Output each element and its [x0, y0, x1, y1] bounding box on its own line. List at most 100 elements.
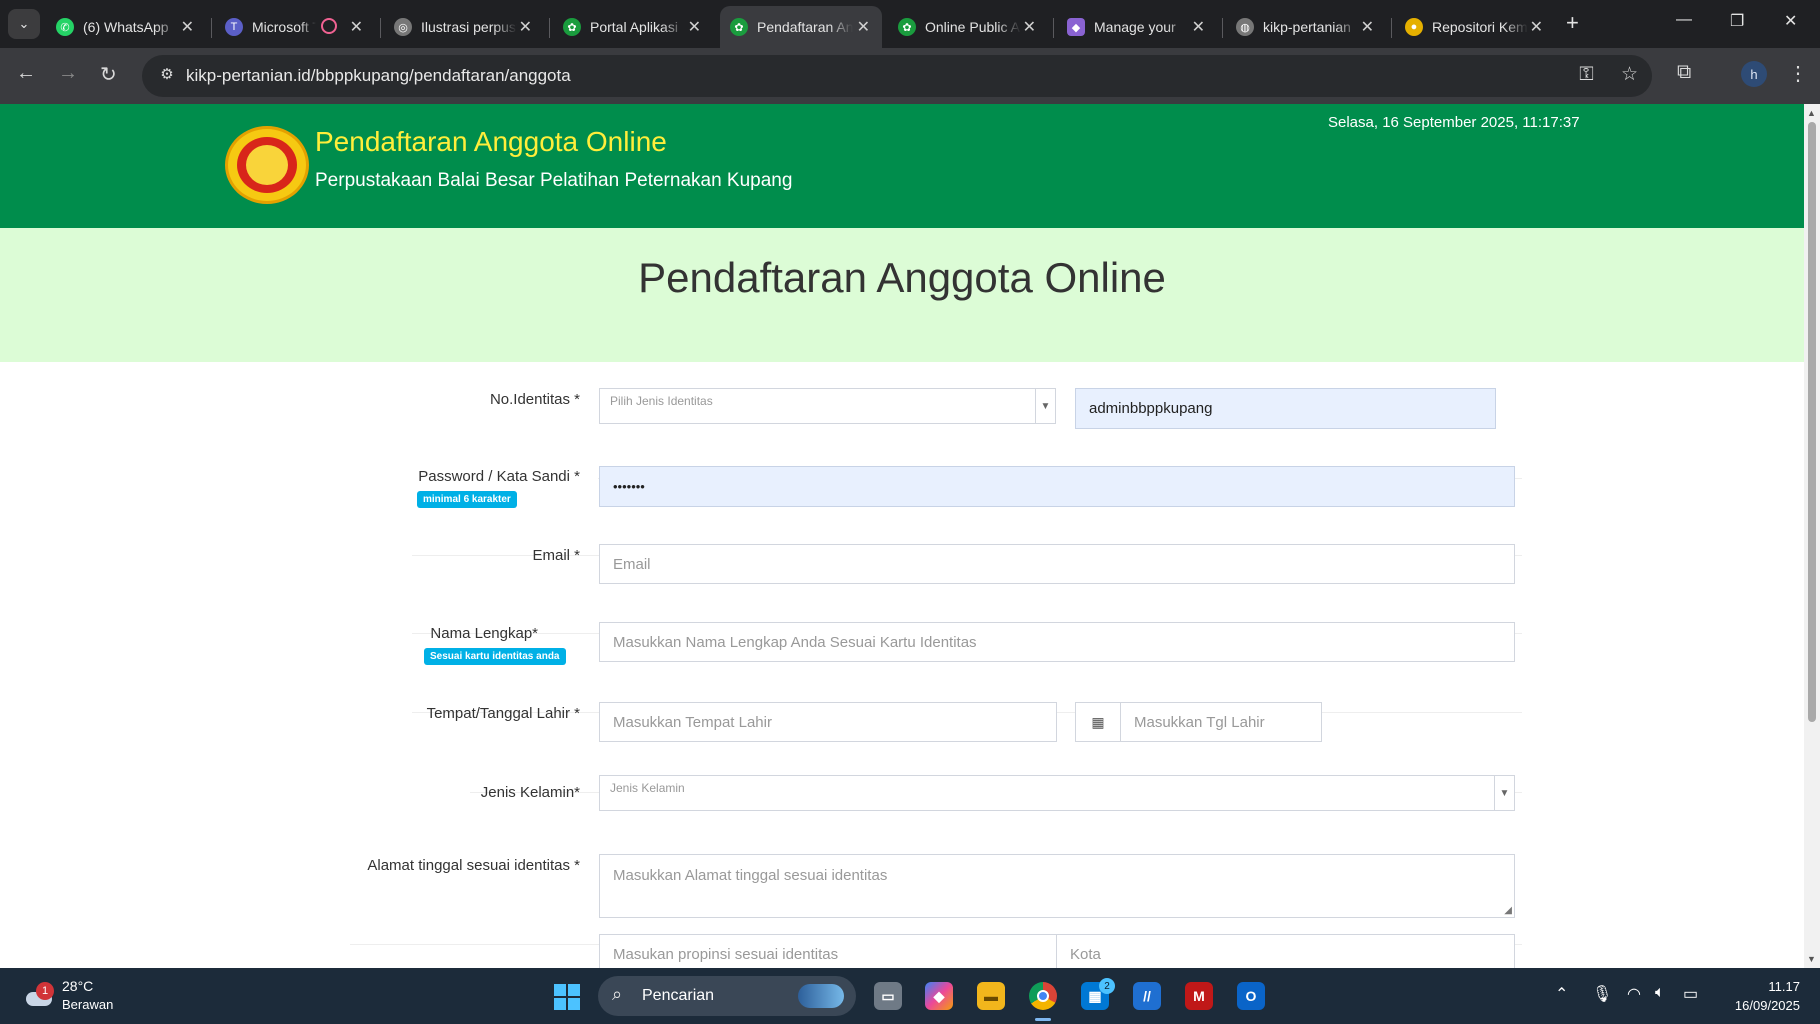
- identity-type-select[interactable]: Pilih Jenis Identitas ▼: [599, 388, 1056, 424]
- close-icon[interactable]: ✕: [1192, 17, 1205, 37]
- fullname-input[interactable]: Masukkan Nama Lengkap Anda Sesuai Kartu …: [599, 622, 1515, 662]
- tab-label: Pendaftaran Anggota: [757, 19, 853, 35]
- tab-whatsapp[interactable]: ✆ (6) WhatsApp ✕: [46, 6, 206, 48]
- close-icon[interactable]: ✕: [181, 17, 194, 37]
- microphone-icon[interactable]: 🎙︎: [1592, 984, 1612, 1004]
- tab-repositori[interactable]: ● Repositori Kementan ✕: [1395, 6, 1555, 48]
- restore-button[interactable]: ❐: [1730, 11, 1744, 31]
- mcafee-icon[interactable]: M: [1185, 982, 1213, 1010]
- search-icon: ⌕: [612, 984, 623, 1004]
- tab-label: Repositori Kementan: [1432, 19, 1528, 35]
- teams-icon: T: [225, 18, 243, 36]
- kementan-icon: ✿: [563, 18, 581, 36]
- close-icon[interactable]: ✕: [1530, 17, 1543, 37]
- back-button[interactable]: ←: [16, 62, 36, 85]
- close-window-button[interactable]: ✕: [1784, 11, 1797, 31]
- outlook-icon[interactable]: O: [1237, 982, 1265, 1010]
- weather-widget[interactable]: 1: [22, 982, 54, 1008]
- close-icon[interactable]: ✕: [1023, 17, 1036, 37]
- email-label: Email *: [532, 547, 580, 564]
- app-icon[interactable]: //: [1133, 982, 1161, 1010]
- chevron-down-icon: ⌄: [18, 16, 30, 31]
- system-clock[interactable]: 11.17 16/09/2025: [1722, 977, 1800, 1015]
- city-input[interactable]: Kota: [1056, 934, 1515, 968]
- scroll-up-icon[interactable]: ▲: [1807, 108, 1816, 118]
- address-bar[interactable]: ⚙ kikp-pertanian.id/bbppkupang/pendaftar…: [142, 55, 1652, 97]
- tab-strip: ⌄ ✆ (6) WhatsApp ✕ T Microsoft Teams ✕ ◎…: [0, 0, 1820, 48]
- weather-description[interactable]: Berawan: [62, 997, 113, 1012]
- close-icon[interactable]: ✕: [350, 17, 363, 37]
- volume-icon[interactable]: 🔈︎: [1655, 984, 1665, 1002]
- more-menu-icon[interactable]: ⋮: [1788, 61, 1808, 86]
- identity-number-input[interactable]: adminbbppkupang: [1075, 388, 1496, 429]
- password-input[interactable]: •••••••: [599, 466, 1515, 507]
- tab-pendaftaran-active[interactable]: ✿ Pendaftaran Anggota ✕: [720, 6, 882, 48]
- reload-button[interactable]: ↻: [100, 62, 117, 87]
- new-tab-button[interactable]: +: [1566, 10, 1579, 36]
- minimize-button[interactable]: —: [1676, 11, 1692, 29]
- battery-icon[interactable]: ▭: [1683, 984, 1698, 1004]
- extensions-icon[interactable]: ⧉: [1677, 61, 1691, 84]
- weather-temperature[interactable]: 28°C: [62, 978, 93, 994]
- tab-online-public[interactable]: ✿ Online Public Access ✕: [888, 6, 1048, 48]
- chrome-icon[interactable]: [1029, 982, 1057, 1010]
- email-input[interactable]: Email: [599, 544, 1515, 584]
- identity-label: No.Identitas *: [489, 391, 580, 408]
- password-key-icon[interactable]: ⚿: [1579, 64, 1593, 85]
- reload-icon: ↻: [100, 64, 117, 86]
- province-input[interactable]: Masukan propinsi sesuai identitas: [599, 934, 1057, 968]
- taskbar-search[interactable]: ⌕ Pencarian: [598, 976, 856, 1016]
- tab-portal-aplikasi[interactable]: ✿ Portal Aplikasi ✕: [553, 6, 713, 48]
- whatsapp-icon: ✆: [56, 18, 74, 36]
- birthdate-input[interactable]: Masukkan Tgl Lahir: [1120, 702, 1322, 742]
- tab-manage[interactable]: ◆ Manage your ✕: [1057, 6, 1217, 48]
- scroll-thumb[interactable]: [1808, 122, 1816, 722]
- copilot-icon[interactable]: ◆: [925, 982, 953, 1010]
- birthplace-input[interactable]: Masukkan Tempat Lahir: [599, 702, 1057, 742]
- tab-label: Online Public Access: [925, 19, 1021, 35]
- page-viewport: Pendaftaran Anggota Online Perpustakaan …: [0, 104, 1804, 968]
- page-scrollbar[interactable]: ▲ ▼: [1804, 104, 1820, 968]
- search-label: Pencarian: [642, 987, 715, 1004]
- site-settings-icon[interactable]: ⚙: [156, 65, 178, 87]
- gender-label: Jenis Kelamin*: [480, 784, 580, 801]
- recording-icon: [321, 18, 337, 34]
- tab-microsoft-teams[interactable]: T Microsoft Teams ✕: [215, 6, 375, 48]
- url-text[interactable]: kikp-pertanian.id/bbppkupang/pendaftaran…: [186, 66, 571, 86]
- bookmark-star-icon[interactable]: ☆: [1621, 64, 1638, 85]
- close-icon[interactable]: ✕: [1361, 17, 1374, 37]
- globe-icon: ◍: [1236, 18, 1254, 36]
- tab-search-button[interactable]: ⌄: [8, 9, 40, 39]
- address-placeholder: Masukkan Alamat tinggal sesuai identitas: [613, 867, 888, 884]
- forward-button[interactable]: →: [58, 62, 78, 85]
- calendar-icon[interactable]: ▦: [1075, 702, 1121, 742]
- tab-kikp[interactable]: ◍ kikp-pertanian ✕: [1226, 6, 1386, 48]
- wifi-icon[interactable]: ◠: [1627, 984, 1641, 1004]
- site-title: Pendaftaran Anggota Online: [315, 126, 667, 157]
- gender-select[interactable]: Jenis Kelamin ▼: [599, 775, 1515, 811]
- file-explorer-icon[interactable]: ▬: [977, 982, 1005, 1010]
- app-icon: ◆: [1067, 18, 1085, 36]
- header-datetime: Selasa, 16 September 2025, 11:17:37: [1328, 114, 1580, 131]
- close-icon[interactable]: ✕: [688, 17, 701, 37]
- close-icon[interactable]: ✕: [519, 17, 532, 37]
- address-textarea[interactable]: Masukkan Alamat tinggal sesuai identitas…: [599, 854, 1515, 918]
- taskbar: 1 28°C Berawan ⌕ Pencarian ▭ ◆ ▬ ▦ 2 // …: [0, 968, 1820, 1024]
- tab-label: Manage your: [1094, 19, 1176, 35]
- resize-handle-icon[interactable]: ◢: [1504, 905, 1512, 916]
- birth-label: Tempat/Tanggal Lahir *: [426, 705, 580, 722]
- search-highlight-image: [798, 984, 844, 1008]
- task-view-icon[interactable]: ▭: [874, 982, 902, 1010]
- close-icon: ✕: [1784, 13, 1798, 30]
- kementan-logo: [225, 126, 309, 204]
- plus-icon: +: [1566, 10, 1579, 35]
- tab-ilustrasi[interactable]: ◎ Ilustrasi perpustakaan ✕: [384, 6, 544, 48]
- avatar[interactable]: h: [1741, 61, 1767, 87]
- site-header: Pendaftaran Anggota Online Perpustakaan …: [0, 104, 1804, 228]
- chevron-up-icon[interactable]: ⌃: [1555, 984, 1568, 1004]
- tab-label: Ilustrasi perpustakaan: [421, 19, 517, 35]
- scroll-down-icon[interactable]: ▼: [1807, 954, 1816, 964]
- start-button[interactable]: [554, 984, 580, 1010]
- close-icon[interactable]: ✕: [857, 17, 870, 37]
- arrow-right-icon: →: [58, 62, 78, 84]
